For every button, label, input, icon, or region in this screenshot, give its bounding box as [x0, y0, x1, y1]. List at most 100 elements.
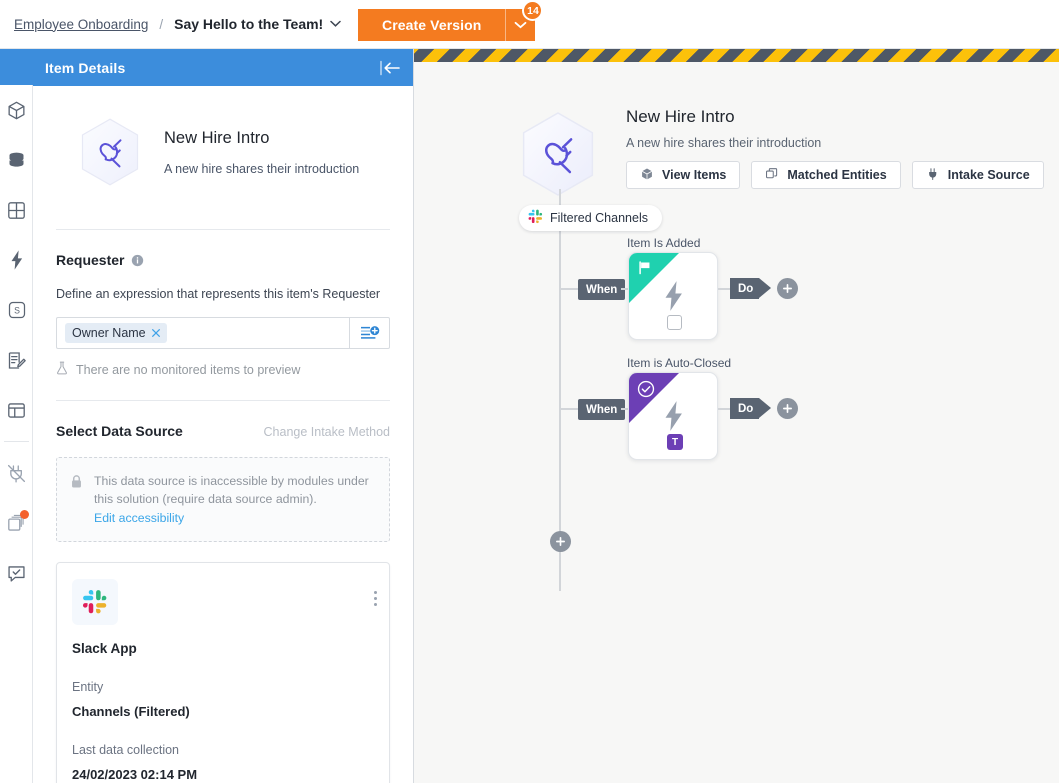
node-badge-letter[interactable]: T [667, 434, 683, 450]
requester-expression-input[interactable]: Owner Name [57, 318, 349, 348]
do-tag-tip-2 [759, 398, 771, 418]
last-collection-value: 24/02/2023 02:14 PM [72, 767, 374, 782]
s-letter-icon: S [7, 300, 27, 320]
layout-icon [6, 400, 27, 421]
sidebar-item-automations[interactable] [0, 235, 33, 285]
data-source-header: Select Data Source Change Intake Method [56, 423, 390, 439]
edit-accessibility-link[interactable]: Edit accessibility [94, 509, 184, 527]
notice-text-wrap: This data source is inaccessible by modu… [94, 472, 375, 527]
add-action-button-2[interactable] [777, 398, 798, 419]
expression-chip-label: Owner Name [72, 326, 146, 340]
source-pill[interactable]: Filtered Channels [519, 205, 662, 231]
requester-section-title: Requester [56, 252, 390, 268]
copy-icon [765, 167, 779, 184]
left-icon-rail: S [0, 49, 33, 783]
view-items-button[interactable]: View Items [626, 161, 740, 189]
slack-icon [528, 209, 543, 227]
requester-preview-note: There are no monitored items to preview [56, 361, 390, 378]
sidebar-item-forms[interactable] [0, 335, 33, 385]
bolt-icon [660, 279, 688, 318]
plug-off-icon [6, 463, 27, 484]
node-badge-empty[interactable] [667, 315, 682, 330]
library-notification-dot [20, 510, 29, 519]
sidebar-item-solutions[interactable]: S [0, 285, 33, 335]
cube-icon [640, 167, 654, 184]
bolt-icon [8, 249, 26, 271]
plug-icon [926, 167, 940, 184]
when-tag-1[interactable]: When [578, 279, 625, 300]
matched-entities-label: Matched Entities [787, 168, 886, 182]
chevron-down-icon[interactable] [330, 19, 341, 30]
requester-expression-row: Owner Name [56, 317, 390, 349]
cube-icon [6, 100, 27, 121]
rail-active-indicator [0, 49, 33, 85]
collapse-left-icon[interactable] [375, 55, 405, 81]
sidebar-item-library[interactable] [0, 498, 33, 548]
item-details-panel: Item Details [33, 49, 414, 783]
flow-title: New Hire Intro [626, 107, 735, 127]
create-version-button[interactable]: Create Version [358, 9, 505, 41]
entity-label: Entity [72, 680, 374, 694]
breadcrumb-separator: / [159, 17, 163, 32]
data-source-card[interactable]: Slack App Entity Channels (Filtered) Las… [56, 562, 390, 783]
workflow-node-item-auto-closed[interactable]: T [628, 372, 718, 460]
add-flow-button[interactable] [550, 531, 571, 552]
requester-label: Requester [56, 252, 124, 268]
plus-icon [782, 403, 793, 414]
source-pill-label: Filtered Channels [550, 211, 648, 225]
bolt-icon [660, 399, 688, 438]
hexagon-plug-icon [518, 110, 598, 198]
panel-title: Item Details [45, 60, 125, 76]
data-source-title: Select Data Source [56, 423, 183, 439]
check-circle-icon [637, 380, 655, 403]
sidebar-item-layouts[interactable] [0, 385, 33, 435]
flow-action-buttons: View Items Matched Entities Intake Sourc… [626, 161, 1044, 189]
rail-divider [4, 441, 29, 442]
flow-subtitle: A new hire shares their introduction [626, 136, 821, 150]
close-icon[interactable] [151, 328, 161, 338]
breadcrumb-current: Say Hello to the Team! [174, 16, 323, 32]
do-tag-2[interactable]: Do [730, 398, 759, 419]
add-expression-icon[interactable] [349, 318, 389, 348]
item-hero: New Hire Intro A new hire shares their i… [56, 86, 390, 187]
matched-entities-button[interactable]: Matched Entities [751, 161, 900, 189]
divider [56, 229, 390, 230]
expression-chip[interactable]: Owner Name [65, 323, 167, 343]
intake-source-button[interactable]: Intake Source [912, 161, 1044, 189]
sidebar-item-data-sources[interactable] [0, 135, 33, 185]
sidebar-item-modules[interactable] [0, 85, 33, 135]
flow-canvas: New Hire Intro A new hire shares their i… [414, 49, 1059, 783]
do-tag-1[interactable]: Do [730, 278, 759, 299]
grid-icon [6, 200, 27, 221]
divider-2 [56, 400, 390, 401]
node-label-1: Item Is Added [627, 236, 700, 250]
form-edit-icon [6, 350, 27, 371]
sidebar-item-approvals[interactable] [0, 548, 33, 598]
create-version-count-badge: 14 [522, 0, 543, 21]
requester-description: Define an expression that represents thi… [56, 287, 390, 301]
hexagon-plug-icon [78, 117, 142, 187]
panel-header: Item Details [33, 49, 413, 86]
svg-text:S: S [14, 306, 20, 316]
intake-source-label: Intake Source [948, 168, 1030, 182]
slack-icon [72, 579, 118, 625]
notice-text: This data source is inaccessible by modu… [94, 474, 369, 506]
more-vertical-icon[interactable] [374, 591, 377, 606]
breadcrumb-root-link[interactable]: Employee Onboarding [14, 17, 148, 32]
entity-value: Channels (Filtered) [72, 704, 374, 719]
sidebar-item-integrations[interactable] [0, 448, 33, 498]
sidebar-item-boards[interactable] [0, 185, 33, 235]
info-icon[interactable] [131, 254, 144, 267]
lock-icon [70, 474, 83, 527]
flag-icon [637, 260, 653, 281]
top-bar: Employee Onboarding / Say Hello to the T… [0, 0, 1059, 49]
do-tag-tip-1 [759, 278, 771, 298]
database-icon [6, 150, 27, 171]
workflow-node-item-added[interactable] [628, 252, 718, 340]
item-subtitle: A new hire shares their introduction [164, 162, 359, 176]
when-tag-2[interactable]: When [578, 399, 625, 420]
plus-icon [782, 283, 793, 294]
hazard-stripe-banner [414, 49, 1059, 62]
change-intake-method-link[interactable]: Change Intake Method [264, 425, 390, 439]
add-action-button-1[interactable] [777, 278, 798, 299]
